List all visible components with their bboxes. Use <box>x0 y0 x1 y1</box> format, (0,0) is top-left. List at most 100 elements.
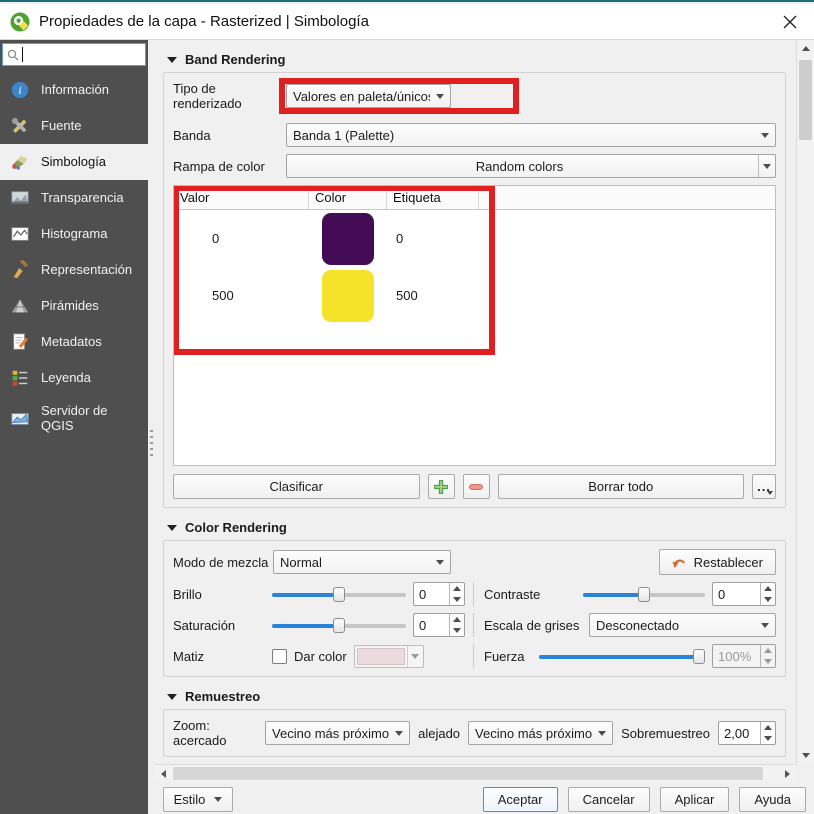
qgis-logo-icon <box>10 12 30 32</box>
sidebar-item-informacion[interactable]: i Información <box>0 72 148 108</box>
brush-icon <box>7 259 33 281</box>
cancel-button[interactable]: Cancelar <box>568 787 650 812</box>
spin-up-icon[interactable] <box>761 722 775 733</box>
spin-down-icon[interactable] <box>761 594 775 605</box>
sidebar-search[interactable] <box>2 43 146 66</box>
pyramids-icon <box>7 295 33 317</box>
spin-down-icon[interactable] <box>450 594 464 605</box>
column-header-valor[interactable]: Valor <box>174 186 309 209</box>
color-swatch[interactable] <box>322 213 374 265</box>
slider-handle[interactable] <box>638 587 650 602</box>
sidebar-item-simbologia[interactable]: Simbología <box>0 144 148 180</box>
colorize-color-dropdown[interactable] <box>354 645 424 668</box>
add-entry-button[interactable] <box>428 474 455 499</box>
band-dropdown[interactable]: Banda 1 (Palette) <box>286 123 776 147</box>
sidebar-item-label: Histograma <box>41 227 107 242</box>
saturation-spinbox[interactable]: 0 <box>413 613 465 637</box>
spin-down-icon <box>761 656 775 667</box>
spin-down-icon[interactable] <box>450 625 464 636</box>
saturation-label: Saturación <box>173 618 265 633</box>
blend-mode-dropdown[interactable]: Normal <box>273 550 451 574</box>
accept-button[interactable]: Aceptar <box>483 787 558 812</box>
brightness-spinbox[interactable]: 0 <box>413 582 465 606</box>
color-ramp-dropdown[interactable]: Random colors <box>286 154 776 178</box>
spin-up-icon[interactable] <box>450 583 464 594</box>
slider-handle[interactable] <box>693 649 705 664</box>
saturation-slider[interactable] <box>272 617 406 634</box>
strength-label: Fuerza <box>484 649 532 664</box>
table-row[interactable]: 500 500 <box>174 267 775 324</box>
scroll-left-icon[interactable] <box>155 765 172 783</box>
help-button[interactable]: Ayuda <box>739 787 806 812</box>
chevron-down-icon <box>767 491 773 495</box>
color-rendering-frame: Modo de mezcla Normal Restablecer Brillo… <box>163 540 786 677</box>
sidebar-item-representacion[interactable]: Representación <box>0 252 148 288</box>
scroll-right-icon[interactable] <box>779 765 796 783</box>
sidebar-item-histograma[interactable]: Histograma <box>0 216 148 252</box>
vertical-scrollbar[interactable] <box>796 40 814 764</box>
section-header-color-rendering[interactable]: Color Rendering <box>167 520 786 535</box>
style-menu-button[interactable]: Estilo <box>163 787 233 812</box>
spin-up-icon[interactable] <box>450 614 464 625</box>
metadata-icon <box>7 331 33 353</box>
sidebar-item-metadatos[interactable]: Metadatos <box>0 324 148 360</box>
chevron-down-icon <box>436 560 444 565</box>
sidebar-item-leyenda[interactable]: Leyenda <box>0 360 148 396</box>
table-row[interactable]: 0 0 <box>174 210 775 267</box>
brightness-slider[interactable] <box>272 586 406 603</box>
zoom-out-dropdown[interactable]: Vecino más próximo <box>468 721 613 745</box>
zoom-in-dropdown[interactable]: Vecino más próximo <box>265 721 410 745</box>
contrast-slider[interactable] <box>583 586 705 603</box>
resampling-frame: Zoom: acercado Vecino más próximo alejad… <box>163 709 786 757</box>
palette-table[interactable]: Valor Color Etiqueta 0 0 500 500 <box>173 185 776 466</box>
slider-handle[interactable] <box>333 587 345 602</box>
spin-down-icon[interactable] <box>761 733 775 744</box>
color-swatch[interactable] <box>322 270 374 322</box>
spin-up-icon[interactable] <box>761 583 775 594</box>
grayscale-label: Escala de grises <box>484 618 582 633</box>
close-button[interactable] <box>776 8 804 36</box>
sidebar-item-fuente[interactable]: Fuente <box>0 108 148 144</box>
horizontal-scrollbar[interactable] <box>155 764 796 782</box>
grayscale-dropdown[interactable]: Desconectado <box>589 613 776 637</box>
strength-slider[interactable] <box>539 648 705 665</box>
scroll-down-icon[interactable] <box>797 747 814 764</box>
search-input[interactable] <box>26 46 126 64</box>
more-options-button[interactable]: ... <box>752 474 776 499</box>
hue-color-swatch <box>357 648 405 665</box>
sidebar-item-transparencia[interactable]: Transparencia <box>0 180 148 216</box>
remove-entry-button[interactable] <box>463 474 490 499</box>
sidebar-item-label: Leyenda <box>41 371 91 386</box>
sidebar-item-label: Información <box>41 83 109 98</box>
zoom-out-label: alejado <box>418 726 460 741</box>
colorize-checkbox[interactable] <box>272 649 287 664</box>
sidebar-item-piramides[interactable]: Pirámides <box>0 288 148 324</box>
apply-button[interactable]: Aplicar <box>660 787 730 812</box>
column-header-color[interactable]: Color <box>309 186 387 209</box>
sidebar-item-servidor-qgis[interactable]: Servidor de QGIS <box>0 396 148 442</box>
slider-handle[interactable] <box>333 618 345 633</box>
clear-all-button[interactable]: Borrar todo <box>498 474 745 499</box>
band-rendering-frame: Tipo de renderizado Valores en paleta/ún… <box>163 72 786 508</box>
undo-icon <box>672 556 687 569</box>
section-header-remuestreo[interactable]: Remuestreo <box>167 689 786 704</box>
horizontal-scroll-thumb[interactable] <box>173 767 763 780</box>
chevron-down-icon <box>214 797 222 802</box>
sidebar-item-label: Metadatos <box>41 335 102 350</box>
panel-splitter[interactable] <box>148 40 155 814</box>
oversampling-spinbox[interactable]: 2,00 <box>718 721 776 745</box>
contrast-spinbox[interactable]: 0 <box>712 582 776 606</box>
vertical-scroll-thumb[interactable] <box>799 60 812 140</box>
section-header-band-rendering[interactable]: Band Rendering <box>167 52 786 67</box>
ramp-menu-button[interactable] <box>758 155 775 177</box>
renderer-type-label: Tipo de renderizado <box>173 81 286 111</box>
classify-button[interactable]: Clasificar <box>173 474 420 499</box>
column-header-etiqueta[interactable]: Etiqueta <box>387 186 479 209</box>
splitter-grip-icon[interactable] <box>150 430 153 460</box>
symbology-panel: Band Rendering Tipo de renderizado Valor… <box>155 40 796 764</box>
scroll-up-icon[interactable] <box>797 40 814 57</box>
band-label: Banda <box>173 128 286 143</box>
valor-cell: 0 <box>174 210 309 267</box>
renderer-type-dropdown[interactable]: Valores en paleta/únicos <box>286 84 451 108</box>
reset-button[interactable]: Restablecer <box>659 549 776 575</box>
